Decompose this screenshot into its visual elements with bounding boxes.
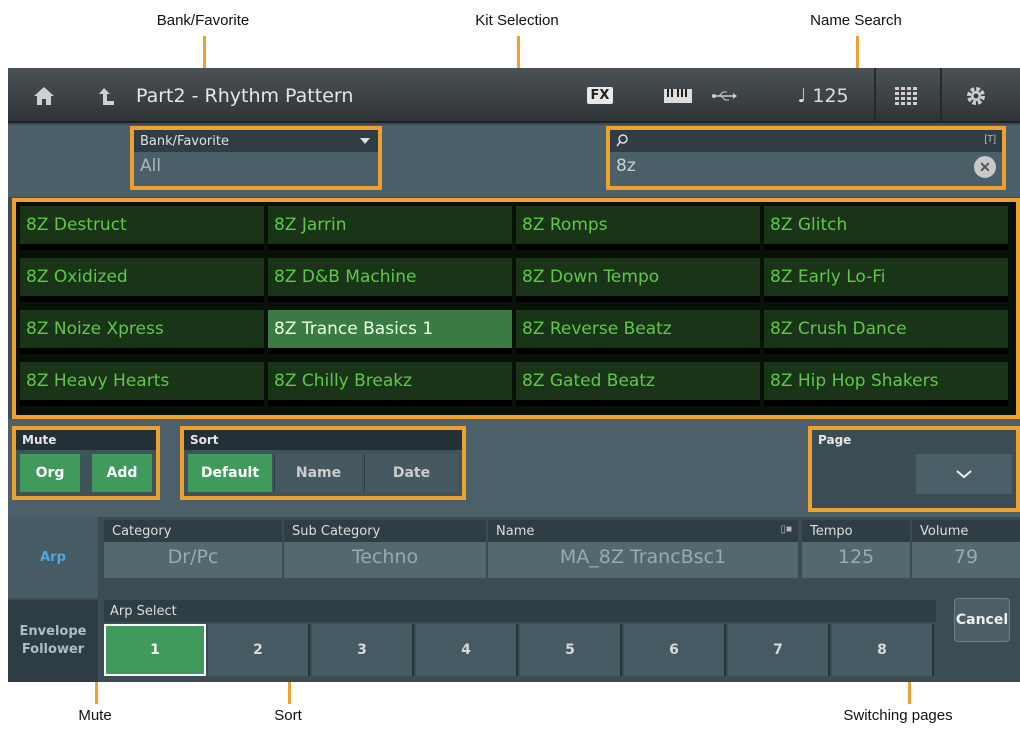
sort-group: Sort Default Name Date bbox=[180, 426, 466, 500]
kit-item[interactable]: 8Z D&B Machine bbox=[268, 258, 512, 302]
quick-access-icon[interactable] bbox=[884, 68, 928, 123]
tempo-display[interactable]: ♩ 125 bbox=[778, 68, 868, 123]
callout-sort: Sort bbox=[274, 707, 302, 724]
kit-item[interactable]: 8Z Early Lo-Fi bbox=[764, 258, 1008, 302]
tempo-field[interactable]: Tempo 125 bbox=[802, 520, 910, 578]
mute-group: Mute Org Add bbox=[12, 426, 160, 500]
sort-label: Sort bbox=[184, 430, 462, 450]
search-label-bar bbox=[610, 130, 1002, 152]
volume-value: 79 bbox=[953, 546, 979, 568]
clear-search-icon[interactable]: ✕ bbox=[974, 156, 996, 178]
name-search-field[interactable]: [T] 8z ✕ bbox=[606, 126, 1006, 190]
kit-item[interactable]: 8Z Down Tempo bbox=[516, 258, 760, 302]
kit-item[interactable]: 8Z Glitch bbox=[764, 206, 1008, 250]
synth-screen: Part2 - Rhythm Pattern FX ♩ 125 Bank/Fav… bbox=[8, 68, 1020, 682]
tab-arp[interactable]: Arp bbox=[8, 517, 98, 598]
back-up-icon[interactable] bbox=[86, 68, 126, 123]
arp-select-button-3[interactable]: 3 bbox=[312, 624, 414, 676]
kit-item[interactable]: 8Z Jarrin bbox=[268, 206, 512, 250]
bank-favorite-label: Bank/Favorite bbox=[134, 130, 378, 152]
cancel-button[interactable]: Cancel bbox=[954, 598, 1010, 642]
name-value: MA_8Z TrancBsc1 bbox=[559, 546, 727, 568]
tab-envelope-follower[interactable]: Envelope Follower bbox=[8, 600, 98, 682]
sub-category-label: Sub Category bbox=[284, 520, 486, 542]
tempo-value: 125 bbox=[837, 546, 875, 568]
sub-category-field[interactable]: Sub Category Techno bbox=[284, 520, 486, 578]
tempo-label: Tempo bbox=[802, 520, 910, 542]
kit-item[interactable]: 8Z Gated Beatz bbox=[516, 362, 760, 406]
kit-item[interactable]: 8Z Trance Basics 1 bbox=[268, 310, 512, 354]
bank-favorite-value: All bbox=[140, 156, 162, 176]
search-icon bbox=[616, 134, 628, 147]
arp-select-button-1[interactable]: 1 bbox=[104, 624, 206, 676]
chevron-down-icon bbox=[956, 470, 972, 479]
volume-field[interactable]: Volume 79 bbox=[912, 520, 1020, 578]
arp-select-button-6[interactable]: 6 bbox=[624, 624, 726, 676]
pattern-name-field[interactable]: Name ▯■ MA_8Z TrancBsc1 bbox=[488, 520, 798, 578]
kit-item[interactable]: 8Z Crush Dance bbox=[764, 310, 1008, 354]
kit-item[interactable]: 8Z Noize Xpress bbox=[20, 310, 264, 354]
keyboard-icon[interactable] bbox=[658, 68, 698, 123]
gear-icon[interactable] bbox=[954, 68, 998, 123]
arp-select-button-2[interactable]: 2 bbox=[208, 624, 310, 676]
mute-add-button[interactable]: Add bbox=[92, 454, 152, 492]
kit-item[interactable]: 8Z Oxidized bbox=[20, 258, 264, 302]
page-down-button[interactable] bbox=[916, 454, 1012, 494]
callout-mute: Mute bbox=[78, 707, 112, 724]
page-title: Part2 - Rhythm Pattern bbox=[136, 85, 354, 107]
sort-name-button[interactable]: Name bbox=[274, 454, 362, 492]
callout-kit-selection: Kit Selection bbox=[475, 12, 559, 29]
dropdown-caret-icon bbox=[360, 138, 370, 144]
usb-icon bbox=[706, 68, 742, 123]
kit-item[interactable]: 8Z Reverse Beatz bbox=[516, 310, 760, 354]
page-label: Page bbox=[818, 433, 852, 447]
kit-item[interactable]: 8Z Hip Hop Shakers bbox=[764, 362, 1008, 406]
text-entry-flag: [T] bbox=[984, 134, 996, 145]
callout-switching-pages: Switching pages bbox=[843, 707, 953, 724]
callout-name-search: Name Search bbox=[810, 12, 902, 29]
sub-category-value: Techno bbox=[351, 546, 419, 568]
callout-bank-favorite: Bank/Favorite bbox=[156, 12, 250, 29]
volume-label: Volume bbox=[912, 520, 1020, 542]
arp-select-button-4[interactable]: 4 bbox=[416, 624, 518, 676]
arp-select-button-7[interactable]: 7 bbox=[728, 624, 830, 676]
arp-select-button-5[interactable]: 5 bbox=[520, 624, 622, 676]
page-group: Page bbox=[808, 426, 1020, 512]
category-field[interactable]: Category Dr/Pc bbox=[104, 520, 282, 578]
mute-label: Mute bbox=[16, 430, 156, 450]
search-input[interactable]: 8z bbox=[616, 156, 636, 176]
home-icon[interactable] bbox=[22, 68, 66, 123]
kit-item[interactable]: 8Z Romps bbox=[516, 206, 760, 250]
bank-favorite-selector[interactable]: Bank/Favorite All bbox=[130, 126, 382, 190]
category-label: Category bbox=[104, 520, 282, 542]
text-entry-icon: ▯■ bbox=[780, 524, 792, 535]
kit-selection-grid: 8Z Destruct 8Z Jarrin 8Z Romps 8Z Glitch 8Z … bbox=[12, 198, 1020, 419]
arp-select-label: Arp Select bbox=[104, 600, 936, 622]
sort-date-button[interactable]: Date bbox=[364, 454, 458, 492]
category-value: Dr/Pc bbox=[167, 546, 219, 568]
fx-button[interactable]: FX bbox=[580, 68, 620, 123]
arp-select-button-8[interactable]: 8 bbox=[832, 624, 934, 676]
kit-item[interactable]: 8Z Destruct bbox=[20, 206, 264, 250]
top-bar: Part2 - Rhythm Pattern FX ♩ 125 bbox=[8, 68, 1020, 123]
name-label: Name bbox=[488, 520, 798, 542]
kit-item[interactable]: 8Z Chilly Breakz bbox=[268, 362, 512, 406]
mute-org-button[interactable]: Org bbox=[20, 454, 80, 492]
sort-default-button[interactable]: Default bbox=[188, 454, 272, 492]
kit-item[interactable]: 8Z Heavy Hearts bbox=[20, 362, 264, 406]
